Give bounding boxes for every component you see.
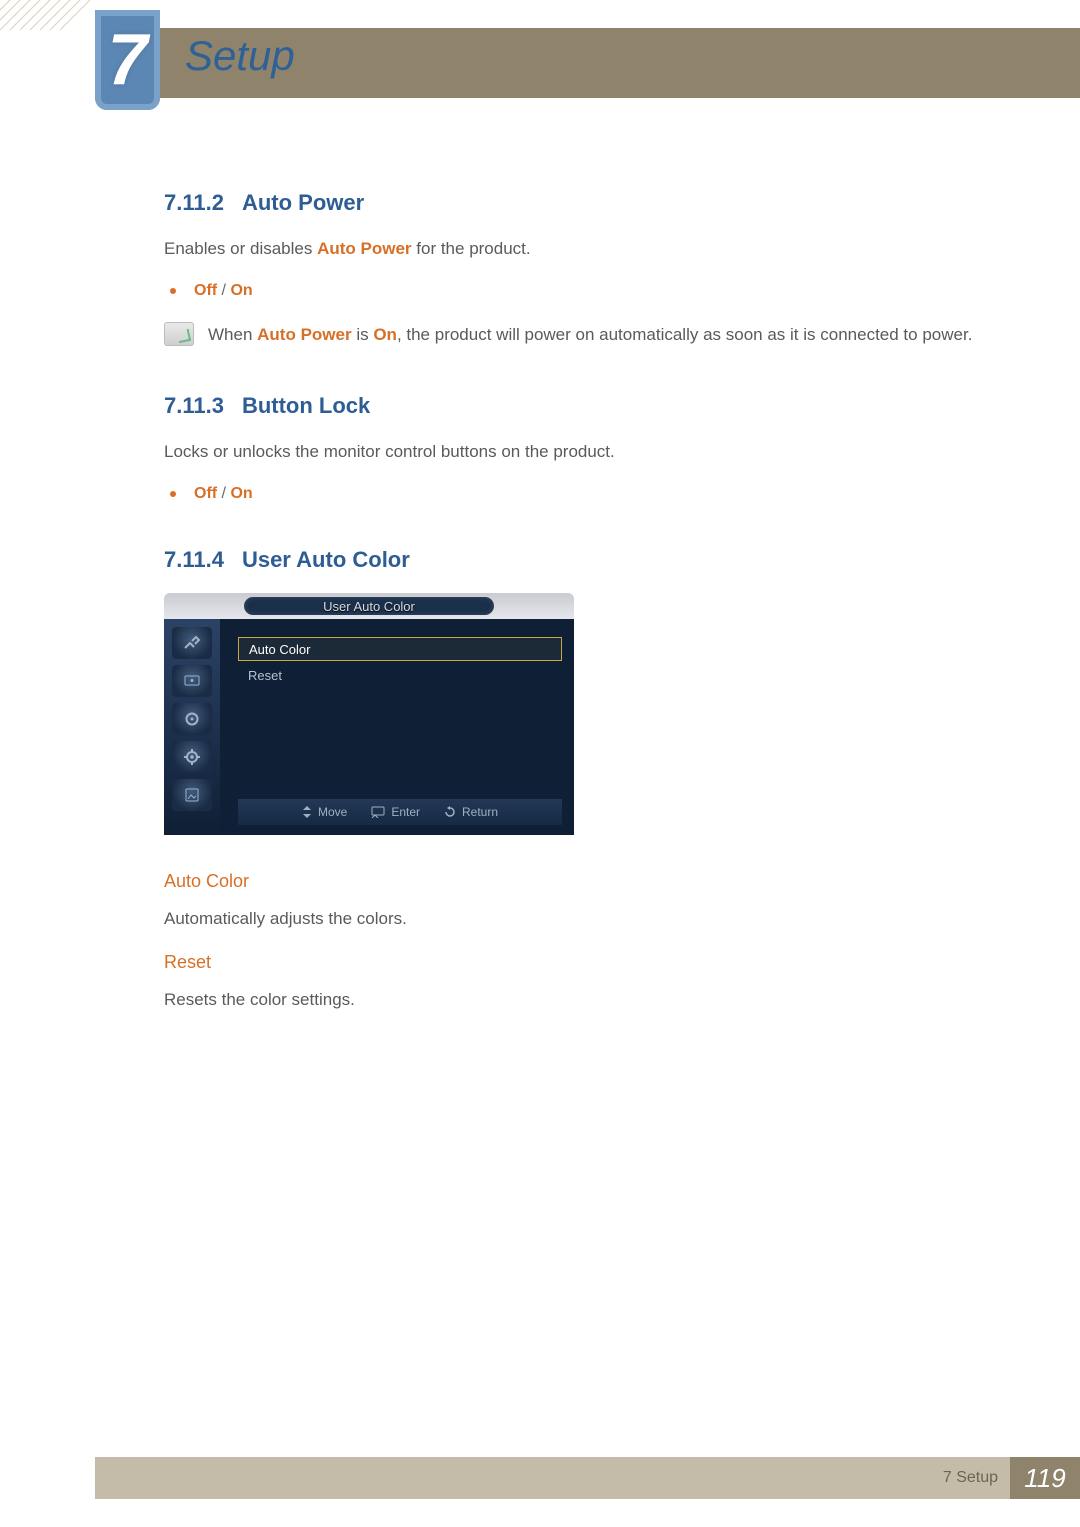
term-auto-power: Auto Power xyxy=(317,239,411,258)
osd-hint-return: Return xyxy=(444,805,498,819)
section-description: Enables or disables Auto Power for the p… xyxy=(164,236,1040,262)
updown-icon xyxy=(302,806,312,818)
section-heading: 7.11.4 User Auto Color xyxy=(164,547,1040,573)
osd-side-icon-gear xyxy=(172,741,212,773)
sub-desc-reset: Resets the color settings. xyxy=(164,987,1040,1013)
osd-side-icon-tools xyxy=(172,627,212,659)
section-button-lock: 7.11.3 Button Lock Locks or unlocks the m… xyxy=(164,393,1040,503)
return-icon xyxy=(444,806,456,818)
osd-footer: Move Enter Return xyxy=(238,799,562,825)
osd-side-icon-screen xyxy=(172,665,212,697)
subhead-reset: Reset xyxy=(164,952,1040,973)
osd-item-reset: Reset xyxy=(238,663,562,687)
osd-item-auto-color: Auto Color xyxy=(238,637,562,661)
section-user-auto-color: 7.11.4 User Auto Color User Auto Color xyxy=(164,547,1040,1014)
section-number: 7.11.2 xyxy=(164,190,224,215)
page-content: 7.11.2 Auto Power Enables or disables Aut… xyxy=(164,190,1040,1058)
note: When Auto Power is On, the product will … xyxy=(164,322,1040,348)
osd-sidebar xyxy=(164,619,220,835)
bullet-icon xyxy=(170,491,176,497)
option-off: Off xyxy=(194,485,217,502)
chapter-badge: 7 xyxy=(95,10,160,110)
section-title: Button Lock xyxy=(242,393,370,418)
page-footer: 7 Setup 119 xyxy=(95,1457,1080,1499)
section-title: Auto Power xyxy=(242,190,364,215)
bullet-icon xyxy=(170,288,176,294)
section-heading: 7.11.2 Auto Power xyxy=(164,190,1040,216)
subhead-auto-color: Auto Color xyxy=(164,871,1040,892)
section-number: 7.11.3 xyxy=(164,393,224,418)
section-number: 7.11.4 xyxy=(164,547,224,572)
osd-main: Auto Color Reset Move Enter xyxy=(220,619,574,835)
option-on: On xyxy=(230,485,252,502)
option-on: On xyxy=(230,282,252,299)
osd-body: Auto Color Reset Move Enter xyxy=(164,619,574,835)
footer-chapter-label: 7 Setup xyxy=(943,1469,998,1487)
osd-title-bar: User Auto Color xyxy=(164,593,574,619)
osd-side-icon-page xyxy=(172,779,212,811)
note-icon xyxy=(164,322,194,346)
chapter-number: 7 xyxy=(107,19,147,101)
osd-hint-move: Move xyxy=(302,805,347,819)
osd-side-icon-circle xyxy=(172,703,212,735)
corner-decoration xyxy=(0,0,95,30)
note-text: When Auto Power is On, the product will … xyxy=(208,322,972,348)
option-off: Off xyxy=(194,282,217,299)
osd-hint-enter: Enter xyxy=(371,805,420,819)
section-description: Locks or unlocks the monitor control but… xyxy=(164,439,1040,465)
sub-desc-auto-color: Automatically adjusts the colors. xyxy=(164,906,1040,932)
chapter-title: Setup xyxy=(185,32,295,80)
osd-title: User Auto Color xyxy=(323,599,415,614)
footer-page-number: 119 xyxy=(1010,1457,1080,1499)
section-title: User Auto Color xyxy=(242,547,410,572)
osd-screenshot: User Auto Color Auto Color Reset xyxy=(164,593,574,835)
option-line: Off / On xyxy=(164,485,1040,503)
section-auto-power: 7.11.2 Auto Power Enables or disables Aut… xyxy=(164,190,1040,349)
section-heading: 7.11.3 Button Lock xyxy=(164,393,1040,419)
enter-icon xyxy=(371,806,385,818)
option-line: Off / On xyxy=(164,282,1040,300)
